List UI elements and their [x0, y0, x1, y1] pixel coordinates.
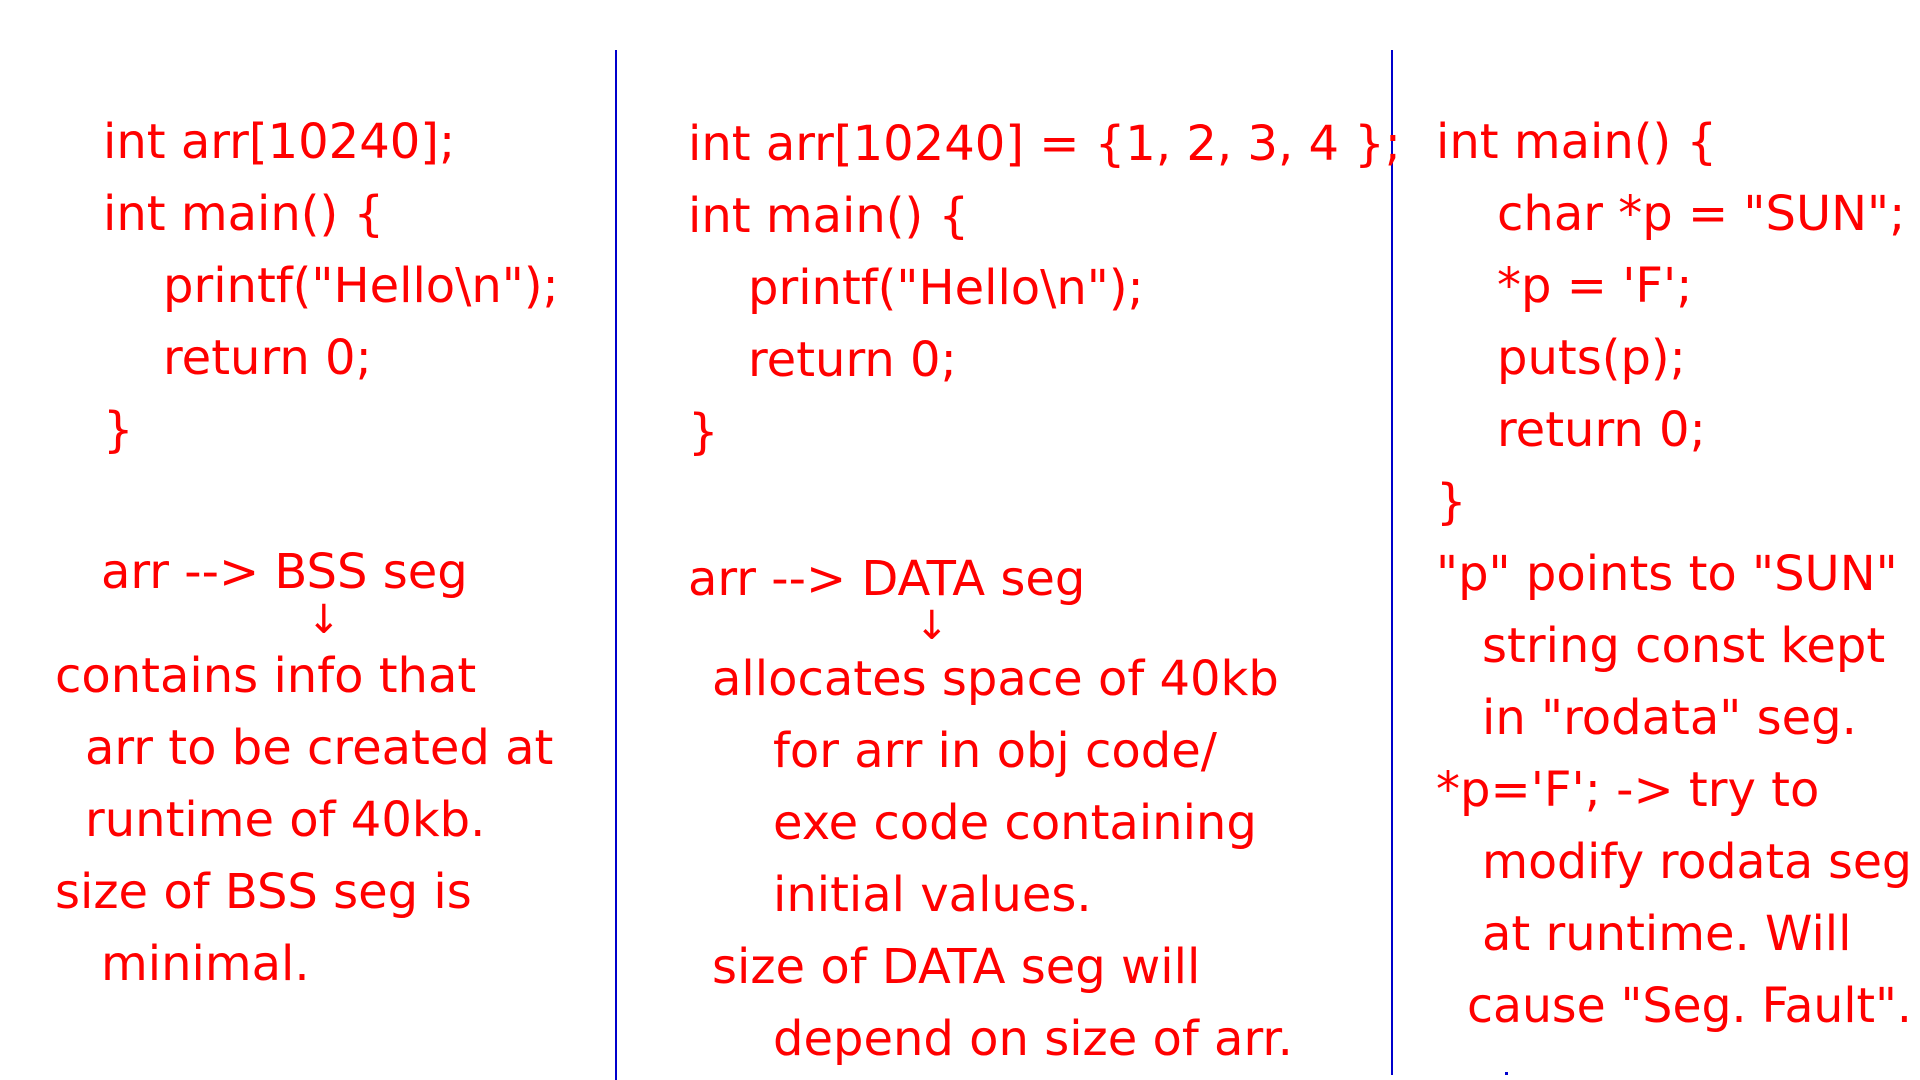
note-line: depend on size of arr.: [773, 1011, 1293, 1067]
note-line: at runtime. Will: [1482, 906, 1852, 962]
code-line: }: [1436, 474, 1467, 530]
code-line: printf("Hello\n");: [748, 260, 1144, 316]
code-line: char *p = "SUN";: [1497, 186, 1906, 242]
note-line: cause "Seg. Fault".: [1467, 978, 1912, 1034]
note-line: *p='F'; -> try to: [1436, 762, 1820, 818]
stray-mark: [1505, 1072, 1508, 1075]
note-line: arr to be created at: [85, 720, 554, 776]
note-line: modify rodata seg: [1482, 834, 1912, 890]
note-line: in "rodata" seg.: [1482, 690, 1857, 746]
note-line: initial values.: [773, 867, 1092, 923]
note-line: minimal.: [101, 936, 310, 992]
note-line: arr --> BSS seg: [101, 544, 468, 600]
code-line: return 0;: [748, 332, 957, 388]
code-line: printf("Hello\n");: [163, 258, 559, 314]
code-line: int main() {: [103, 186, 385, 242]
code-line: int arr[10240];: [103, 114, 456, 170]
code-line: *p = 'F';: [1497, 258, 1693, 314]
code-line: puts(p);: [1497, 330, 1686, 386]
note-line: for arr in obj code/: [773, 723, 1217, 779]
code-line: }: [688, 404, 719, 460]
note-line: size of DATA seg will: [712, 939, 1201, 995]
down-arrow-icon: ↓: [307, 597, 341, 643]
down-arrow-icon: ↓: [915, 603, 949, 649]
code-line: return 0;: [163, 330, 372, 386]
code-line: }: [103, 402, 134, 458]
code-line: int arr[10240] = {1, 2, 3, 4 };: [688, 116, 1401, 172]
column-divider-left: [615, 50, 617, 1080]
note-line: "p" points to "SUN": [1436, 546, 1898, 602]
note-line: runtime of 40kb.: [85, 792, 486, 848]
code-line: return 0;: [1497, 402, 1706, 458]
column-divider-right: [1391, 50, 1393, 1075]
note-line: allocates space of 40kb: [712, 651, 1279, 707]
code-line: int main() {: [1436, 114, 1718, 170]
note-line: arr --> DATA seg: [688, 551, 1086, 607]
note-line: string const kept: [1482, 618, 1886, 674]
code-line: int main() {: [688, 188, 970, 244]
note-line: size of BSS seg is: [55, 864, 472, 920]
note-line: exe code containing: [773, 795, 1257, 851]
note-line: contains info that: [55, 648, 477, 704]
